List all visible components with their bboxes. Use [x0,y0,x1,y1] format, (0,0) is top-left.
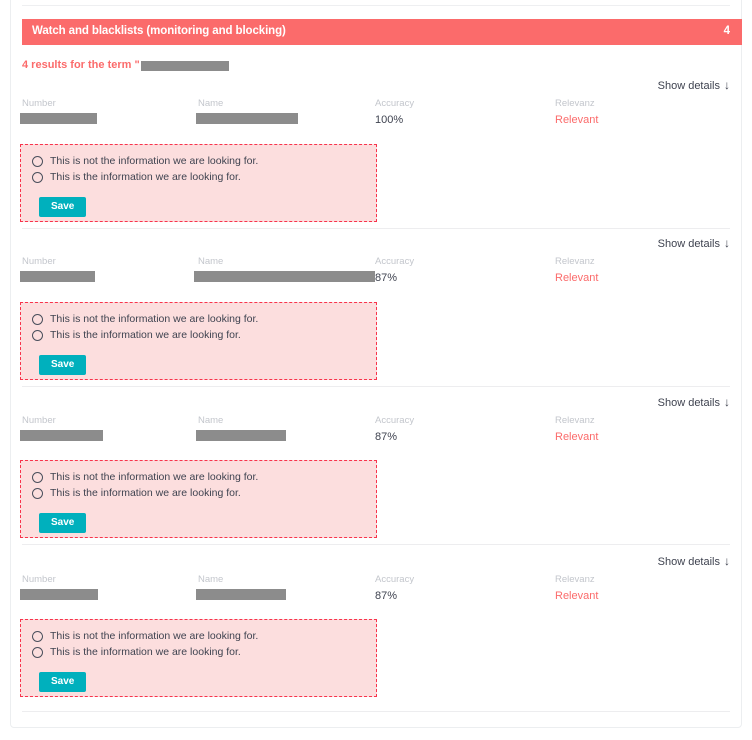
column-header-accuracy: Accuracy [375,256,415,267]
column-header-relevanz: Relevanz [555,256,595,267]
top-divider [22,5,730,6]
accuracy-value: 87% [375,272,398,284]
feedback-option-positive-3[interactable]: This is the information we are looking f… [21,487,376,501]
accuracy-value: 87% [375,431,398,443]
feedback-option-negative-label: This is not the information we are looki… [50,155,259,167]
feedback-card-4: This is not the information we are looki… [20,619,377,697]
feedback-option-negative-label: This is not the information we are looki… [50,471,259,483]
relevanz-value: Relevant [555,431,599,443]
section-header: Watch and blacklists (monitoring and blo… [22,19,742,45]
result-divider-3 [22,544,730,545]
column-header-number: Number [22,574,56,585]
column-header-relevanz: Relevanz [555,574,595,585]
radio-circle-icon[interactable] [32,646,43,658]
redacted-search-term [140,60,229,71]
column-header-relevanz: Relevanz [555,98,595,109]
save-button-2[interactable]: Save [39,355,87,376]
radio-circle-icon[interactable] [32,314,43,326]
redacted-name-value [196,430,286,441]
column-values-4: 87% Relevant [0,589,752,603]
redacted-number-value [20,589,98,600]
result-divider-4 [22,711,730,712]
feedback-card-2: This is not the information we are looki… [20,302,377,380]
feedback-option-negative-4[interactable]: This is not the information we are looki… [21,630,376,644]
feedback-option-negative-label: This is not the information we are looki… [50,630,259,642]
save-button-4[interactable]: Save [39,672,87,693]
radio-circle-icon[interactable] [32,171,43,183]
redacted-name-value [196,589,286,600]
column-headers-3: Number Name Accuracy Relevanz [0,416,752,428]
section-title: Watch and blacklists (monitoring and blo… [32,25,286,38]
column-header-name: Name [198,574,224,585]
result-divider-1 [22,228,730,229]
feedback-option-positive-label: This is the information we are looking f… [50,328,241,341]
relevanz-value: Relevant [555,114,599,126]
accuracy-value: 87% [375,590,398,602]
column-headers-2: Number Name Accuracy Relevanz [0,257,752,269]
accuracy-value: 100% [375,114,404,126]
column-values-1: 100% Relevant [0,113,752,127]
column-headers-4: Number Name Accuracy Relevanz [0,575,752,587]
column-header-accuracy: Accuracy [375,574,415,585]
save-button-3[interactable]: Save [39,513,87,534]
redacted-number-value [20,430,103,441]
redacted-number-value [20,271,95,282]
column-header-number: Number [22,256,56,267]
feedback-card-3: This is not the information we are looki… [20,460,377,538]
column-header-accuracy: Accuracy [375,415,415,426]
show-details-toggle-4[interactable]: Show details ↓ [657,554,730,568]
column-values-3: 87% Relevant [0,430,752,444]
show-details-label: Show details [657,237,720,250]
column-header-accuracy: Accuracy [375,98,415,109]
arrow-down-icon: ↓ [724,554,730,568]
feedback-option-positive-1[interactable]: This is the information we are looking f… [21,171,376,185]
feedback-option-positive-4[interactable]: This is the information we are looking f… [21,646,376,660]
column-values-2: 87% Relevant [0,271,752,285]
radio-circle-icon[interactable] [32,329,43,341]
redacted-name-value [194,271,375,282]
section-count-badge: 4 [723,25,730,38]
redacted-name-value [196,113,298,124]
column-header-name: Name [198,415,224,426]
feedback-option-positive-label: This is the information we are looking f… [50,486,241,499]
relevanz-value: Relevant [555,272,599,284]
feedback-option-positive-label: This is the information we are looking f… [50,645,241,658]
show-details-label: Show details [657,396,720,409]
radio-circle-icon[interactable] [32,156,43,168]
feedback-option-positive-2[interactable]: This is the information we are looking f… [21,329,376,343]
column-header-name: Name [198,98,224,109]
feedback-option-negative-2[interactable]: This is not the information we are looki… [21,313,376,327]
show-details-toggle-1[interactable]: Show details ↓ [657,78,730,92]
feedback-option-negative-label: This is not the information we are looki… [50,313,259,325]
arrow-down-icon: ↓ [724,236,730,250]
column-header-name: Name [198,256,224,267]
column-headers-1: Number Name Accuracy Relevanz [0,99,752,111]
arrow-down-icon: ↓ [724,395,730,409]
result-divider-2 [22,386,730,387]
feedback-card-1: This is not the information we are looki… [20,144,377,222]
results-summary-text: 4 results for the term " [22,59,140,71]
radio-circle-icon[interactable] [32,487,43,499]
save-button-1[interactable]: Save [39,197,87,218]
show-details-toggle-2[interactable]: Show details ↓ [657,236,730,250]
feedback-option-negative-3[interactable]: This is not the information we are looki… [21,471,376,485]
results-summary: 4 results for the term " [22,60,229,71]
column-header-number: Number [22,98,56,109]
show-details-toggle-3[interactable]: Show details ↓ [657,395,730,409]
show-details-label: Show details [657,79,720,92]
screen-root: Watch and blacklists (monitoring and blo… [0,0,752,740]
arrow-down-icon: ↓ [724,78,730,92]
column-header-relevanz: Relevanz [555,415,595,426]
radio-circle-icon[interactable] [32,472,43,484]
feedback-option-positive-label: This is the information we are looking f… [50,170,241,183]
radio-circle-icon[interactable] [32,631,43,643]
column-header-number: Number [22,415,56,426]
show-details-label: Show details [657,555,720,568]
redacted-number-value [20,113,97,124]
relevanz-value: Relevant [555,590,599,602]
feedback-option-negative-1[interactable]: This is not the information we are looki… [21,155,376,169]
